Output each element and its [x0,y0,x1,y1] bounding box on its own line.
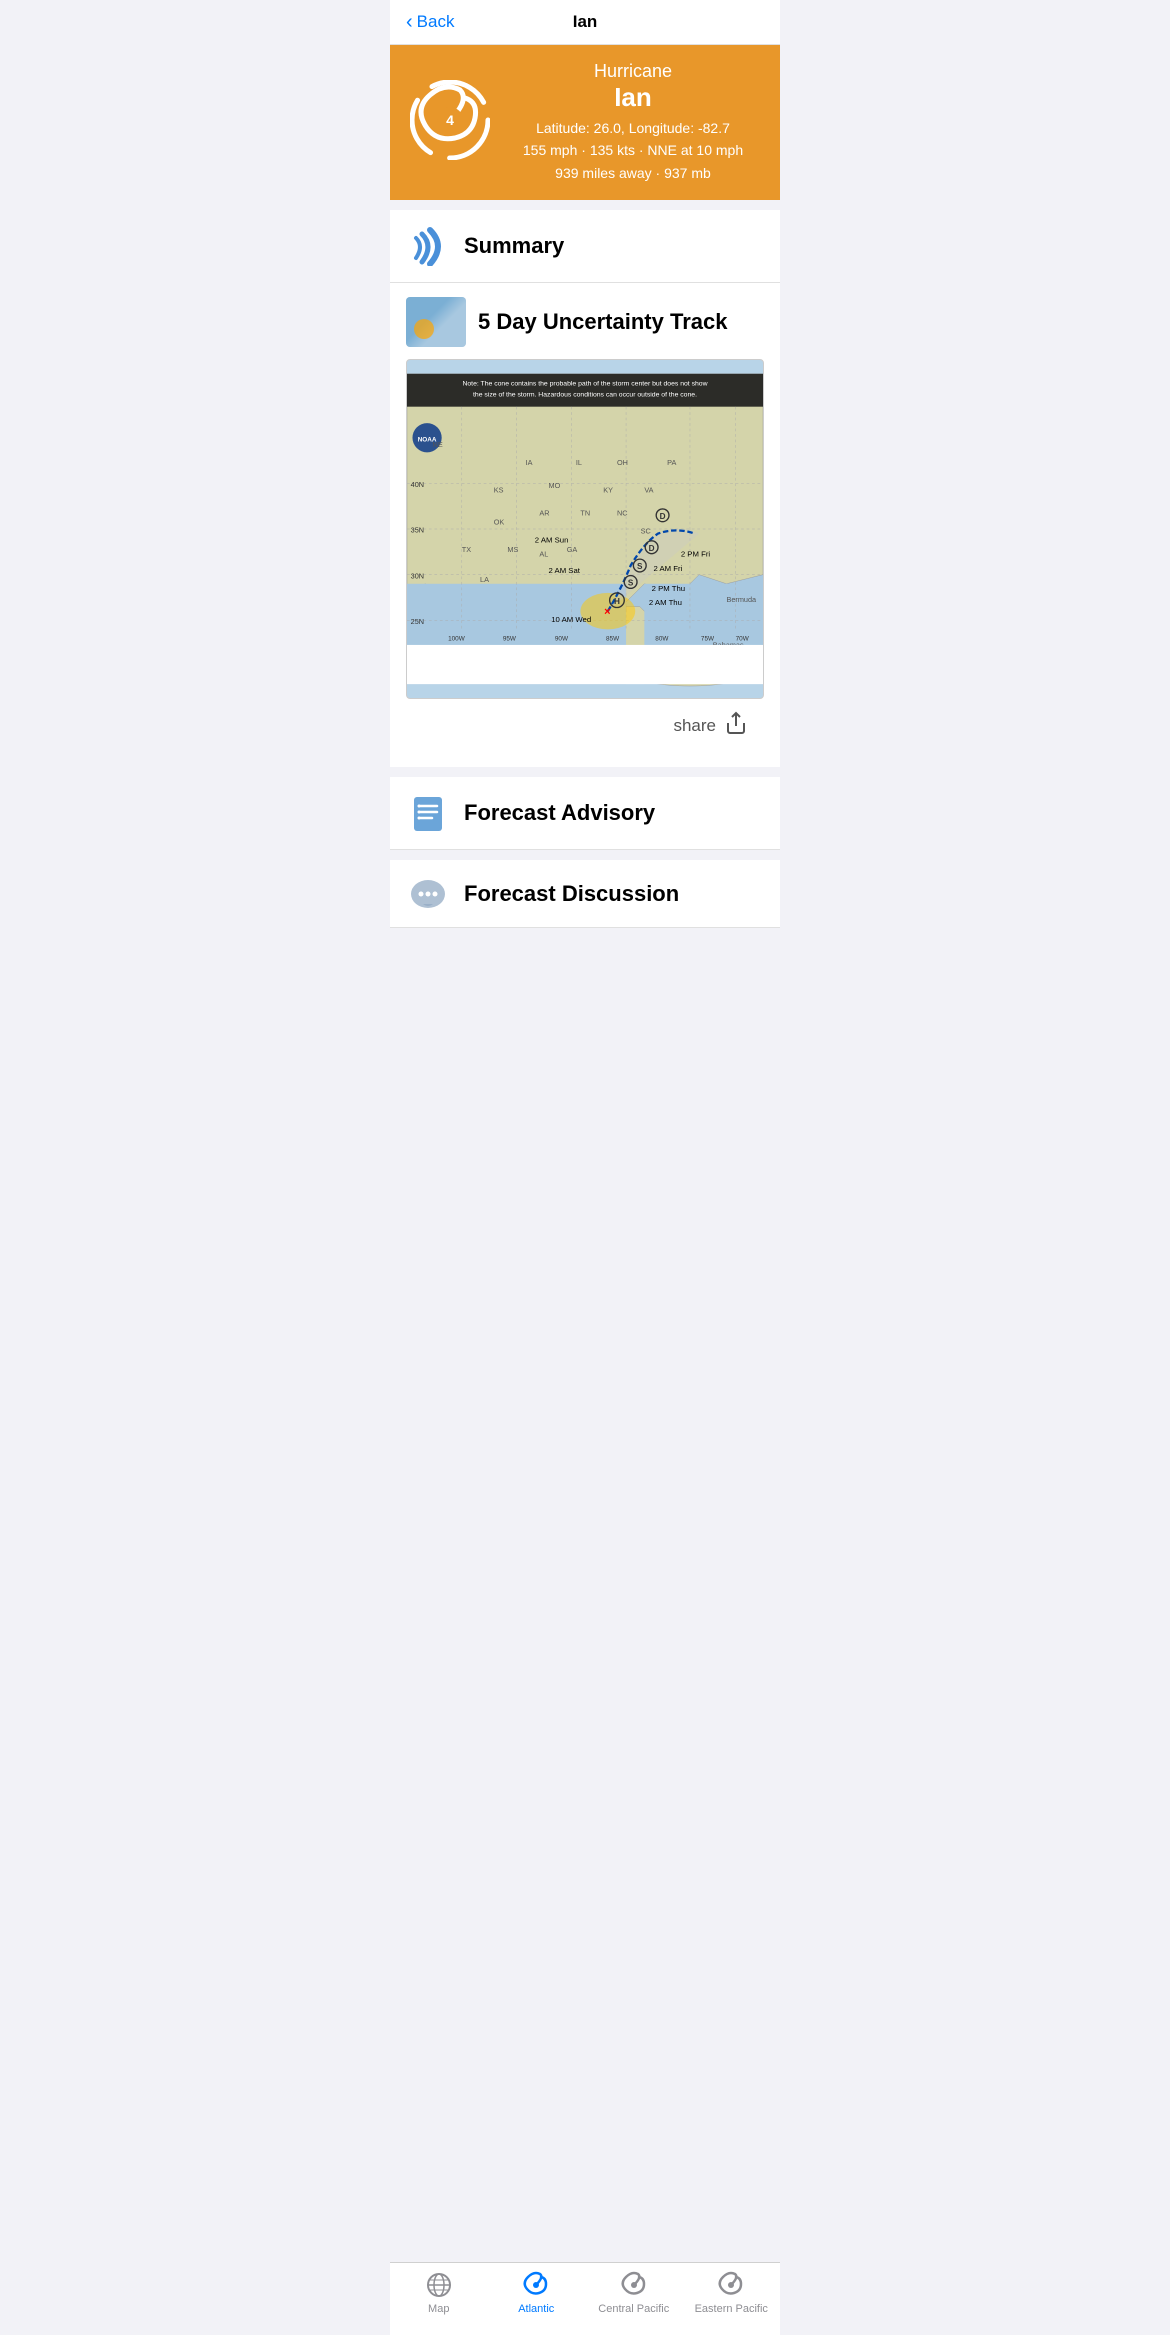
svg-text:Bermuda: Bermuda [726,595,757,604]
svg-text:H: H [614,597,620,606]
hurricane-banner: 4 Hurricane Ian Latitude: 26.0, Longitud… [390,45,780,200]
tab-map-label: Map [428,2303,449,2315]
share-icon[interactable] [724,711,748,741]
hurricane-icon-wrap: 4 [410,80,490,165]
forecast-advisory-icon [406,791,450,835]
hurricane-name: Ian [506,82,760,113]
forecast-discussion-section: Forecast Discussion [390,860,780,928]
svg-text:IA: IA [526,458,533,467]
svg-text:VA: VA [644,486,653,495]
svg-text:2 PM Fri: 2 PM Fri [681,550,711,559]
summary-label: Summary [464,233,564,259]
svg-text:Note: The cone contains the pr: Note: The cone contains the probable pat… [462,381,707,388]
track-map: Note: The cone contains the probable pat… [406,359,764,699]
forecast-discussion-icon [406,872,450,916]
tab-central-pacific-label: Central Pacific [598,2303,669,2315]
svg-text:NE: NE [433,440,443,449]
svg-text:OK: OK [494,518,505,527]
svg-text:35N: 35N [411,526,424,535]
forecast-discussion-label: Forecast Discussion [464,881,679,907]
svg-text:NC: NC [617,508,628,517]
svg-text:KS: KS [494,486,504,495]
card-thumbnail [406,297,466,347]
card-header: 5 Day Uncertainty Track [406,297,764,347]
svg-text:D: D [649,544,655,553]
svg-text:30N: 30N [411,571,424,580]
svg-text:2 AM Sat: 2 AM Sat [548,566,580,575]
eastern-pacific-tab-icon [717,2271,745,2299]
svg-text:S: S [637,562,643,571]
svg-text:2 AM Thu: 2 AM Thu [649,598,682,607]
back-button[interactable]: ‹ Back [406,12,454,32]
svg-text:SC: SC [641,527,651,536]
detail-line2: 155 mph · 135 kts · NNE at 10 mph [506,139,760,161]
svg-text:OH: OH [617,458,628,467]
svg-text:KY: KY [603,486,613,495]
svg-text:TN: TN [580,508,590,517]
page-title: Ian [573,12,598,32]
share-row: share [406,699,764,753]
svg-text:MO: MO [548,481,560,490]
hurricane-details: Latitude: 26.0, Longitude: -82.7 155 mph… [506,117,760,184]
atlantic-tab-icon [522,2271,550,2299]
back-chevron-icon: ‹ [406,12,413,32]
svg-text:95W: 95W [503,636,516,643]
hurricane-type: Hurricane [506,61,760,82]
svg-text:100W: 100W [448,636,465,643]
detail-line3: 939 miles away · 937 mb [506,162,760,184]
svg-text:S: S [628,579,634,588]
svg-text:AL: AL [539,550,548,559]
svg-text:90W: 90W [555,636,568,643]
svg-text:TX: TX [462,545,471,554]
svg-text:IL: IL [576,458,582,467]
svg-text:×: × [604,606,610,618]
tab-eastern-pacific-label: Eastern Pacific [695,2303,768,2315]
svg-text:2 AM Fri: 2 AM Fri [653,564,682,573]
svg-text:GA: GA [567,545,578,554]
svg-text:AR: AR [539,508,549,517]
share-label: share [673,716,716,736]
card-title: 5 Day Uncertainty Track [478,309,727,335]
track-card: 5 Day Uncertainty Track Note: The cone c… [390,283,780,767]
category-badge: 4 [446,112,454,128]
hurricane-info: Hurricane Ian Latitude: 26.0, Longitude:… [506,61,760,184]
tab-atlantic[interactable]: Atlantic [488,2271,586,2315]
svg-text:D: D [660,512,666,521]
forecast-advisory-section: Forecast Advisory [390,777,780,850]
svg-text:10 AM Wed: 10 AM Wed [551,615,591,624]
tab-bar: Map Atlantic Central Pacific [390,2262,780,2335]
svg-text:25N: 25N [411,617,424,626]
tab-central-pacific[interactable]: Central Pacific [585,2271,683,2315]
svg-text:2 AM Sun: 2 AM Sun [535,536,569,545]
forecast-advisory-label: Forecast Advisory [464,800,655,826]
tab-map[interactable]: Map [390,2271,488,2315]
hurricane-swirl-icon: 4 [410,80,490,160]
map-tab-icon [425,2271,453,2299]
summary-icon [406,224,450,268]
tab-atlantic-label: Atlantic [518,2303,554,2315]
svg-text:LA: LA [480,575,489,584]
svg-text:85W: 85W [606,636,619,643]
tab-eastern-pacific[interactable]: Eastern Pacific [683,2271,781,2315]
svg-text:80W: 80W [655,636,668,643]
svg-text:PA: PA [667,458,676,467]
nav-bar: ‹ Back Ian [390,0,780,45]
svg-text:the size of the storm. Hazardo: the size of the storm. Hazardous conditi… [473,392,697,399]
svg-text:MS: MS [507,545,518,554]
back-label: Back [417,12,455,32]
detail-line1: Latitude: 26.0, Longitude: -82.7 [506,117,760,139]
central-pacific-tab-icon [620,2271,648,2299]
svg-text:40N: 40N [411,480,424,489]
svg-text:2 PM Thu: 2 PM Thu [652,584,685,593]
summary-section: Summary [390,210,780,283]
